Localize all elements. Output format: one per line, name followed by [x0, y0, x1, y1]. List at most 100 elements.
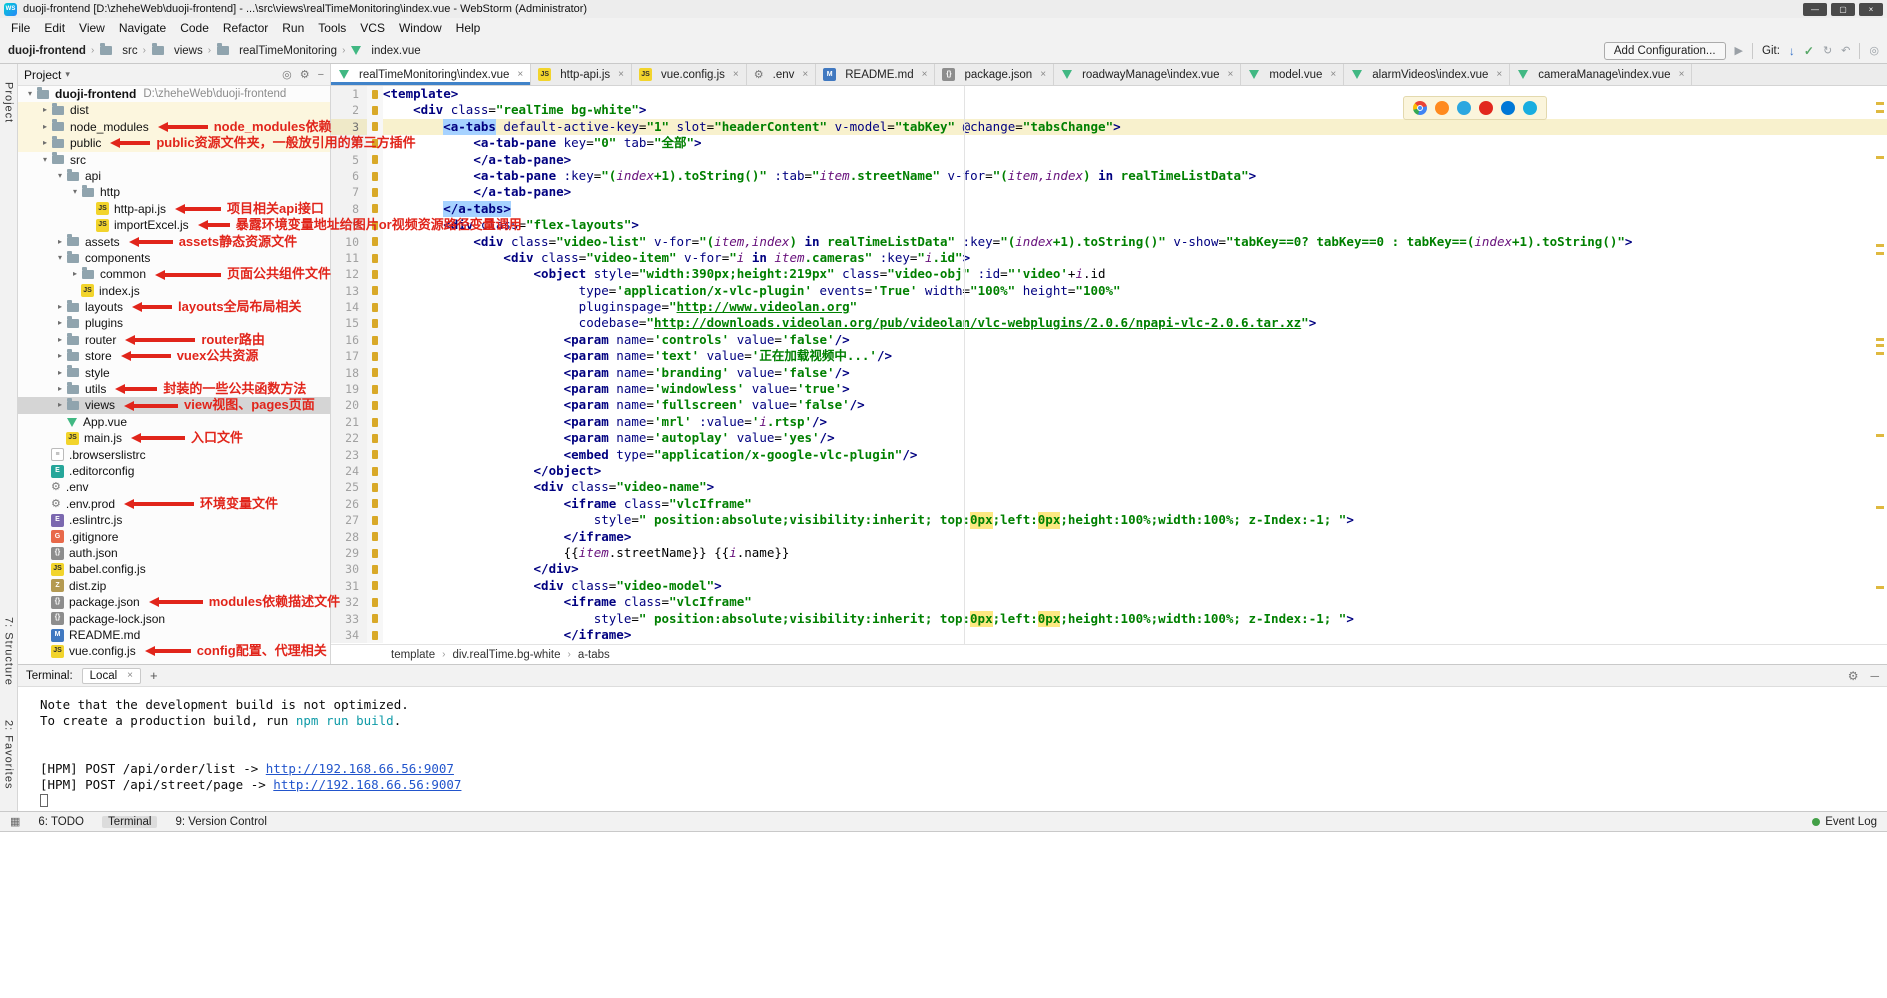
code-editor[interactable]: 1<template>2 <div class="realTime bg-whi…: [331, 86, 1887, 644]
editor-tab-README.md[interactable]: MREADME.md×: [816, 64, 935, 85]
code-line[interactable]: 15 codebase="http://downloads.videolan.o…: [331, 315, 1887, 331]
tree-item-vue.config.js[interactable]: JSvue.config.jsconfig配置、代理相关: [18, 643, 330, 659]
safari-browser-icon[interactable]: [1457, 101, 1471, 115]
tree-toggle-icon[interactable]: ▾: [39, 152, 51, 168]
toolwindow-switcher-icon[interactable]: ▦: [10, 815, 20, 828]
tree-toggle-icon[interactable]: ▾: [54, 168, 66, 184]
menu-help[interactable]: Help: [449, 20, 488, 36]
tree-item-README.md[interactable]: MREADME.md: [18, 627, 330, 643]
event-log-button[interactable]: Event Log: [1825, 816, 1877, 828]
tree-item-utils[interactable]: ▸utils封装的一些公共函数方法: [18, 381, 330, 397]
close-icon[interactable]: ×: [802, 69, 808, 80]
tree-toggle-icon[interactable]: ▸: [54, 234, 66, 250]
tree-item-store[interactable]: ▸storevuex公共资源: [18, 348, 330, 364]
breadcrumb-item-index.vue[interactable]: index.vue: [350, 45, 420, 57]
toolwindow-structure-button[interactable]: 7: Structure: [3, 613, 15, 690]
tree-item-auth.json[interactable]: {}auth.json: [18, 545, 330, 561]
tree-item-importExcel.js[interactable]: JSimportExcel.js暴露环境变量地址给图片or视频资源路径变量调用: [18, 217, 330, 233]
git-commit-icon[interactable]: ✓: [1804, 44, 1814, 58]
rollback-icon[interactable]: ↶: [1841, 44, 1850, 57]
editor-tab-model.vue[interactable]: model.vue×: [1241, 64, 1344, 85]
tree-toggle-icon[interactable]: ▸: [54, 348, 66, 364]
breadcrumb-item-realTimeMonitoring[interactable]: realTimeMonitoring: [216, 45, 337, 57]
menu-window[interactable]: Window: [392, 20, 449, 36]
statusbar-terminal[interactable]: Terminal: [102, 816, 157, 828]
tree-toggle-icon[interactable]: ▸: [54, 381, 66, 397]
code-line[interactable]: 21 <param name='mrl' :value='i.rtsp'/>: [331, 414, 1887, 430]
close-icon[interactable]: ×: [127, 670, 133, 681]
editor-scrollbar[interactable]: [1873, 86, 1887, 644]
tree-toggle-icon[interactable]: ▸: [39, 119, 51, 135]
editor-tab-package.json[interactable]: {}package.json×: [935, 64, 1054, 85]
code-line[interactable]: 11 <div class="video-item" v-for="i in i…: [331, 250, 1887, 266]
tree-item-components[interactable]: ▾components: [18, 250, 330, 266]
menu-refactor[interactable]: Refactor: [216, 20, 275, 36]
ie-browser-icon[interactable]: [1523, 101, 1537, 115]
tree-toggle-icon[interactable]: ▸: [54, 397, 66, 413]
tree-item-.browserslistrc[interactable]: ≡.browserslistrc: [18, 447, 330, 463]
close-button[interactable]: ×: [1859, 3, 1883, 16]
tree-item-src[interactable]: ▾src: [18, 152, 330, 168]
code-line[interactable]: 28 </iframe>: [331, 529, 1887, 545]
code-line[interactable]: 6 <a-tab-pane :key="(index+1).toString()…: [331, 168, 1887, 184]
menu-run[interactable]: Run: [275, 20, 311, 36]
menu-tools[interactable]: Tools: [311, 20, 353, 36]
tree-toggle-icon[interactable]: ▸: [39, 135, 51, 151]
tree-item-babel.config.js[interactable]: JSbabel.config.js: [18, 561, 330, 577]
edge-browser-icon[interactable]: [1501, 101, 1515, 115]
toolwindow-favorites-button[interactable]: 2: Favorites: [3, 716, 15, 793]
project-view-selector[interactable]: Project ▾: [24, 68, 274, 82]
tree-item-router[interactable]: ▸routerrouter路由: [18, 332, 330, 348]
editor-tab-http-api.js[interactable]: JShttp-api.js×: [531, 64, 632, 85]
terminal-tab-local[interactable]: Local ×: [82, 668, 141, 684]
statusbar-6-todo[interactable]: 6: TODO: [38, 816, 84, 828]
tree-item-assets[interactable]: ▸assetsassets静态资源文件: [18, 234, 330, 250]
opera-browser-icon[interactable]: [1479, 101, 1493, 115]
tree-toggle-icon[interactable]: ▾: [69, 184, 81, 200]
add-configuration-button[interactable]: Add Configuration...: [1604, 42, 1726, 60]
tree-item-package-lock.json[interactable]: {}package-lock.json: [18, 611, 330, 627]
tree-toggle-icon[interactable]: ▸: [54, 365, 66, 381]
tree-toggle-icon[interactable]: ▸: [54, 332, 66, 348]
code-line[interactable]: 25 <div class="video-name">: [331, 479, 1887, 495]
tree-item-.gitignore[interactable]: G.gitignore: [18, 529, 330, 545]
menu-file[interactable]: File: [4, 20, 37, 36]
close-icon[interactable]: ×: [1496, 69, 1502, 80]
tree-toggle-icon[interactable]: ▾: [54, 250, 66, 266]
tree-item-dist[interactable]: ▸dist: [18, 102, 330, 118]
hide-panel-icon[interactable]: −: [318, 69, 324, 81]
new-terminal-session-button[interactable]: +: [150, 668, 158, 683]
code-line[interactable]: 5 </a-tab-pane>: [331, 152, 1887, 168]
tree-item-App.vue[interactable]: App.vue: [18, 414, 330, 430]
code-line[interactable]: 9 <div class="flex-layouts">: [331, 217, 1887, 233]
menu-navigate[interactable]: Navigate: [112, 20, 173, 36]
locate-file-icon[interactable]: ◎: [282, 68, 292, 81]
editor-tab-.env[interactable]: ⚙.env×: [747, 64, 816, 85]
code-line[interactable]: 10 <div class="video-list" v-for="(item,…: [331, 234, 1887, 250]
close-icon[interactable]: ×: [517, 69, 523, 80]
code-line[interactable]: 2 <div class="realTime bg-white">: [331, 102, 1887, 118]
terminal-link[interactable]: http://192.168.66.56:9007: [266, 761, 454, 776]
code-line[interactable]: 3 <a-tabs default-active-key="1" slot="h…: [331, 119, 1887, 135]
search-everywhere-icon[interactable]: ◎: [1869, 44, 1879, 57]
tree-item-public[interactable]: ▸publicpublic资源文件夹，一般放引用的第三方插件: [18, 135, 330, 151]
terminal-link[interactable]: http://192.168.66.56:9007: [273, 777, 461, 792]
terminal-output[interactable]: Note that the development build is not o…: [18, 687, 1887, 812]
menu-view[interactable]: View: [72, 20, 112, 36]
code-line[interactable]: 4 <a-tab-pane key="0" tab="全部">: [331, 135, 1887, 151]
code-line[interactable]: 32 <iframe class="vlcIframe": [331, 594, 1887, 610]
menu-vcs[interactable]: VCS: [353, 20, 392, 36]
code-line[interactable]: 19 <param name='windowless' value='true'…: [331, 381, 1887, 397]
close-icon[interactable]: ×: [733, 69, 739, 80]
code-line[interactable]: 7 </a-tab-pane>: [331, 184, 1887, 200]
tree-item-duoji-frontend[interactable]: ▾duoji-frontendD:\zheheWeb\duoji-fronten…: [18, 86, 330, 102]
code-line[interactable]: 16 <param name='controls' value='false'/…: [331, 332, 1887, 348]
tree-item-http-api.js[interactable]: JShttp-api.js项目相关api接口: [18, 201, 330, 217]
tree-item-node_modules[interactable]: ▸node_modulesnode_modules依赖: [18, 119, 330, 135]
code-line[interactable]: 34 </iframe>: [331, 627, 1887, 643]
terminal-settings-gear-icon[interactable]: ⚙: [1848, 669, 1859, 683]
chrome-browser-icon[interactable]: [1413, 101, 1427, 115]
code-line[interactable]: 17 <param name='text' value='正在加载视频中...'…: [331, 348, 1887, 364]
tree-item-plugins[interactable]: ▸plugins: [18, 315, 330, 331]
tree-toggle-icon[interactable]: ▸: [69, 266, 81, 282]
